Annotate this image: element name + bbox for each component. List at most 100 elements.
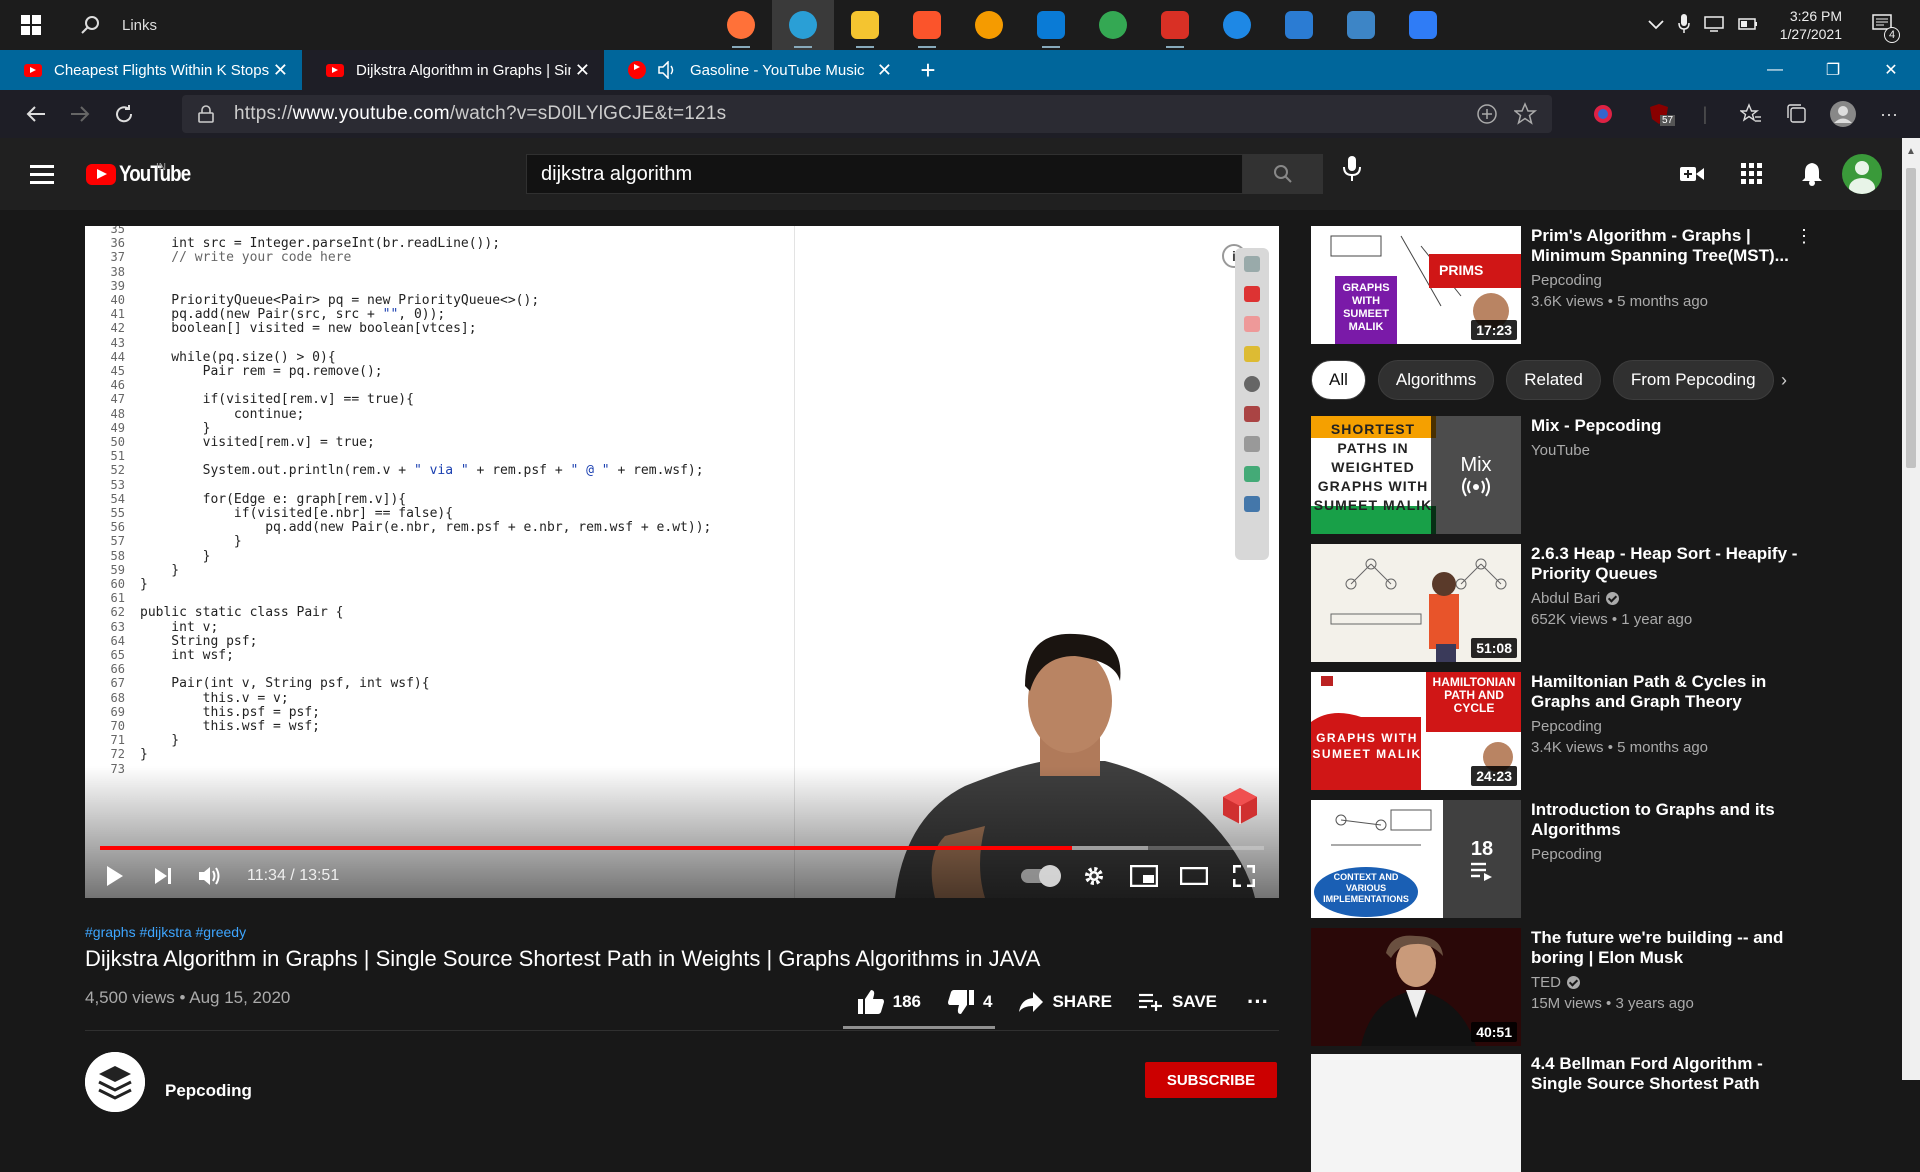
clock[interactable]: 3:26 PM 1/27/2021 xyxy=(1780,7,1842,43)
close-window-icon[interactable]: ✕ xyxy=(1862,50,1920,90)
tab-cheapest-flights[interactable]: Cheapest Flights Within K Stops ✕ xyxy=(0,50,302,90)
taskbar-app-send-app[interactable] xyxy=(1082,0,1144,50)
taskbar-app-word[interactable] xyxy=(1268,0,1330,50)
recommendation-item[interactable]: PRIMS GRAPHS WITH SUMEET MALIK 17:23 Pri… xyxy=(1311,226,1813,344)
page-scrollbar[interactable]: ▲ xyxy=(1902,138,1920,1080)
network-icon[interactable] xyxy=(1703,15,1724,35)
theater-mode-button[interactable] xyxy=(1169,854,1219,898)
taskbar-app-firefox[interactable] xyxy=(710,0,772,50)
pointer-icon[interactable] xyxy=(1244,376,1260,392)
close-tab-icon[interactable]: ✕ xyxy=(877,60,892,81)
more-actions-icon[interactable]: ··· xyxy=(1247,989,1269,1015)
video-thumbnail[interactable]: 51:08 xyxy=(1311,544,1521,662)
taskbar-app-c-app[interactable] xyxy=(958,0,1020,50)
scrollbar-thumb[interactable] xyxy=(1906,168,1916,468)
notification-center-icon[interactable]: 4 xyxy=(1872,13,1900,43)
video-thumbnail[interactable]: SHORTEST PATHS IN WEIGHTED GRAPHS WITH S… xyxy=(1311,416,1521,534)
line-icon[interactable] xyxy=(1244,436,1260,452)
dislike-button[interactable]: 4 xyxy=(947,989,992,1015)
chevron-up-icon[interactable] xyxy=(1648,17,1664,33)
forward-button[interactable] xyxy=(58,90,102,138)
chip-algorithms[interactable]: Algorithms xyxy=(1377,360,1495,400)
recommendation-item[interactable]: 51:08 2.6.3 Heap - Heap Sort - Heapify -… xyxy=(1311,544,1811,662)
taskbar-app-brave[interactable] xyxy=(896,0,958,50)
new-tab-button[interactable]: + xyxy=(906,50,950,90)
screen-icon[interactable] xyxy=(1244,466,1260,482)
more-vert-icon[interactable]: ⋮ xyxy=(1795,226,1813,247)
url-bar[interactable]: https://www.youtube.com/watch?v=sD0lLYlG… xyxy=(182,95,1552,133)
back-button[interactable] xyxy=(14,90,58,138)
voice-search-button[interactable] xyxy=(1343,156,1361,187)
audio-playing-icon[interactable] xyxy=(658,61,678,79)
taskbar-app-todo[interactable] xyxy=(1392,0,1454,50)
taskbar-app-gmail[interactable] xyxy=(1144,0,1206,50)
search-button[interactable] xyxy=(1243,154,1323,194)
chevron-right-icon[interactable]: › xyxy=(1781,370,1787,391)
eraser-icon[interactable] xyxy=(1244,316,1260,332)
youtube-logo[interactable]: YouTube IN xyxy=(86,161,203,187)
taskbar-app-edge[interactable] xyxy=(772,0,834,50)
taskbar-search[interactable]: Links xyxy=(62,0,242,50)
next-button[interactable] xyxy=(139,854,187,898)
recommendation-item[interactable]: CONTEXT AND VARIOUS IMPLEMENTATIONS 18 I… xyxy=(1311,800,1811,918)
video-thumbnail[interactable]: PRIMS GRAPHS WITH SUMEET MALIK 17:23 xyxy=(1311,226,1521,344)
refresh-button[interactable] xyxy=(102,90,146,138)
favorite-star-icon[interactable] xyxy=(1512,102,1538,132)
account-avatar[interactable] xyxy=(1842,154,1882,194)
battery-icon[interactable] xyxy=(1737,17,1758,33)
notifications-bell-icon[interactable] xyxy=(1782,162,1842,186)
more-options-icon[interactable]: ··· xyxy=(1866,104,1912,125)
taskbar-app-browser-globe[interactable] xyxy=(1206,0,1268,50)
close-tab-icon[interactable]: ✕ xyxy=(575,60,590,81)
taskbar-app-photos[interactable] xyxy=(1330,0,1392,50)
fullscreen-button[interactable] xyxy=(1219,854,1269,898)
hamburger-menu-icon[interactable] xyxy=(30,160,66,189)
video-thumbnail[interactable]: 40:51 xyxy=(1311,928,1521,1046)
mute-button[interactable] xyxy=(187,854,235,898)
create-video-icon[interactable] xyxy=(1662,165,1722,183)
share-button[interactable]: SHARE xyxy=(1018,991,1112,1013)
progress-bar[interactable] xyxy=(100,846,1264,850)
chip-from-pepcoding[interactable]: From Pepcoding xyxy=(1612,360,1774,400)
chip-all[interactable]: All xyxy=(1311,360,1366,400)
pen-icon[interactable] xyxy=(1244,286,1260,302)
apps-grid-icon[interactable] xyxy=(1722,163,1782,185)
recommendation-item[interactable]: 4.4 Bellman Ford Algorithm - Single Sour… xyxy=(1311,1054,1811,1172)
monitor-icon[interactable] xyxy=(1244,496,1260,512)
taskbar-app-vscode[interactable] xyxy=(1020,0,1082,50)
recommendation-item[interactable]: SHORTEST PATHS IN WEIGHTED GRAPHS WITH S… xyxy=(1311,416,1811,534)
video-thumbnail[interactable] xyxy=(1311,1054,1521,1172)
recommendation-item[interactable]: 40:51 The future we're building -- and b… xyxy=(1311,928,1811,1046)
extension-ublock-icon[interactable]: 57 xyxy=(1636,103,1682,126)
restore-icon[interactable]: ❐ xyxy=(1804,50,1862,90)
add-page-icon[interactable] xyxy=(1476,103,1498,131)
profile-icon[interactable] xyxy=(1820,100,1866,128)
taskbar-app-file-explorer[interactable] xyxy=(834,0,896,50)
video-player[interactable]: 35 36 int src = Integer.parseInt(br.readL… xyxy=(85,226,1279,898)
chip-related[interactable]: Related xyxy=(1506,360,1601,400)
extension-privacy-icon[interactable] xyxy=(1580,103,1626,125)
like-button[interactable]: 186 xyxy=(857,989,921,1015)
microphone-icon[interactable] xyxy=(1677,13,1690,37)
highlighter-icon[interactable] xyxy=(1244,346,1260,362)
lock-icon[interactable] xyxy=(198,105,214,123)
subscribe-button[interactable]: SUBSCRIBE xyxy=(1145,1062,1277,1098)
tab-youtube-music[interactable]: Gasoline - YouTube Music ✕ xyxy=(604,50,906,90)
windows-start-button[interactable] xyxy=(0,0,62,50)
autoplay-toggle[interactable] xyxy=(1009,854,1069,898)
video-hashtags[interactable]: #graphs #dijkstra #greedy xyxy=(85,924,1279,940)
settings-button[interactable] xyxy=(1069,854,1119,898)
collections-icon[interactable] xyxy=(1774,103,1820,125)
search-input[interactable]: dijkstra algorithm xyxy=(526,154,1243,194)
channel-name[interactable]: Pepcoding xyxy=(165,1081,252,1101)
pin-icon[interactable] xyxy=(1244,256,1260,272)
save-button[interactable]: SAVE xyxy=(1138,992,1217,1012)
recommendation-item[interactable]: HAMILTONIAN PATH AND CYCLE GRAPHS WITH S… xyxy=(1311,672,1811,790)
miniplayer-button[interactable] xyxy=(1119,854,1169,898)
scroll-up-arrow-icon[interactable]: ▲ xyxy=(1906,146,1916,157)
minimize-icon[interactable]: — xyxy=(1746,50,1804,90)
tab-dijkstra[interactable]: Dijkstra Algorithm in Graphs | Sin ✕ xyxy=(302,50,604,90)
close-tab-icon[interactable]: ✕ xyxy=(273,60,288,81)
play-button[interactable] xyxy=(91,854,139,898)
favorites-icon[interactable] xyxy=(1728,103,1774,125)
